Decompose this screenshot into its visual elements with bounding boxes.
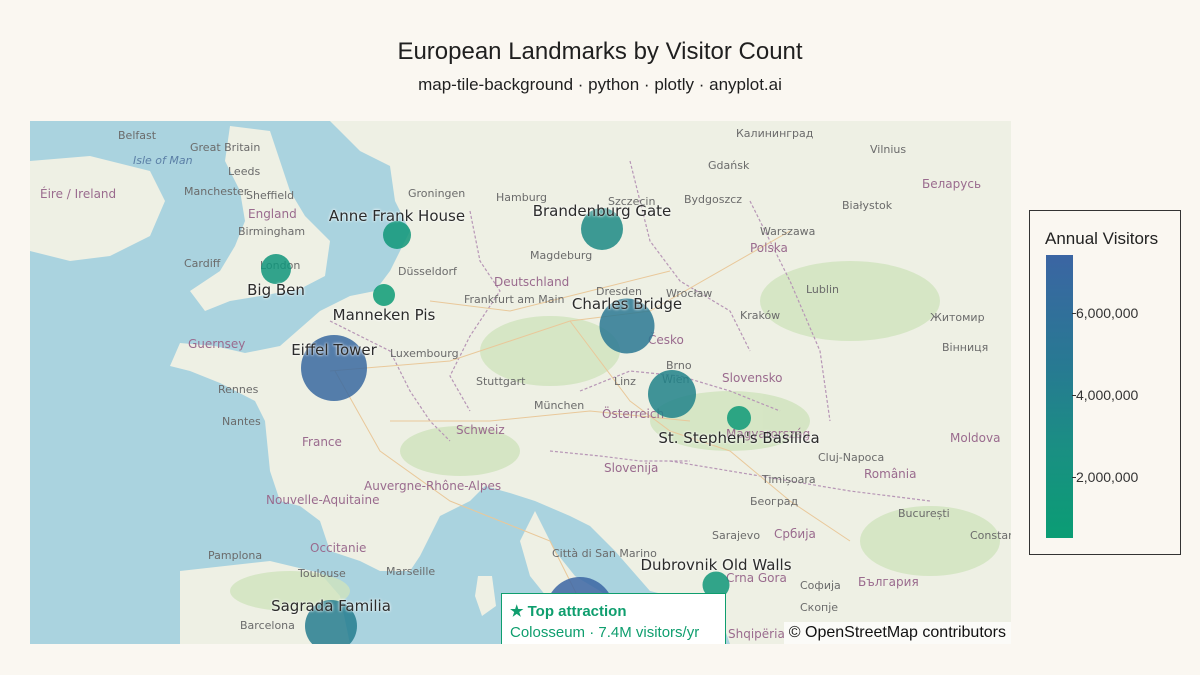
landmark-label: Dubrovnik Old Walls <box>640 556 792 574</box>
map-place-label: Софија <box>800 579 841 592</box>
map-place-label: Sheffield <box>246 189 295 202</box>
map-place-label: Toulouse <box>298 567 346 580</box>
map-place-label: Gdańsk <box>708 159 750 172</box>
map-canvas[interactable]: Belfast Great Britain Isle of Man Leeds Éire… <box>30 121 1011 644</box>
map-place-label: Lublin <box>806 283 839 296</box>
colorbar-gradient <box>1046 255 1073 538</box>
map-place-label: Cluj-Napoca <box>818 451 885 464</box>
map-place-label: Timișoara <box>762 473 816 486</box>
map-place-label: Magdeburg <box>530 249 593 262</box>
landmark-label: Brandenburg Gate <box>532 202 672 220</box>
chart-title: European Landmarks by Visitor Count <box>397 38 803 65</box>
map-place-label: Србија <box>774 527 816 541</box>
map-place-label: România <box>864 467 917 481</box>
map-place-label: Cardiff <box>184 257 221 270</box>
map-place-label: Deutschland <box>494 275 570 289</box>
landmark-bubble[interactable] <box>648 370 696 418</box>
legend-tick-6m: 6,000,000 <box>1071 305 1139 321</box>
landmark-bubble[interactable] <box>383 221 411 249</box>
landmark-label: St. Stephen's Basilica <box>658 429 820 447</box>
map-place-label: Guernsey <box>188 337 246 351</box>
map-place-label: Frankfurt am Main <box>464 293 565 306</box>
map-place-label: München <box>534 399 585 412</box>
legend-title: Annual Visitors <box>1045 229 1159 248</box>
map-place-label: Białystok <box>842 199 893 212</box>
landmark-label: Sagrada Familia <box>271 597 391 615</box>
map-place-label: Sarajevo <box>712 529 761 542</box>
map-place-label: Marseille <box>386 565 436 578</box>
map-place-label: Groningen <box>408 187 466 200</box>
map-place-label: Éire / Ireland <box>40 187 117 201</box>
colorbar-legend: Annual Visitors 6,000,000 4,000,000 2,00… <box>1029 210 1181 555</box>
map-place-label: Düsseldorf <box>398 265 457 278</box>
map-place-label: Great Britain <box>190 141 261 154</box>
map-place-label: Barcelona <box>240 619 295 632</box>
map-place-label: Vilnius <box>870 143 907 156</box>
callout-heading: ★ Top attraction <box>510 603 627 620</box>
map-place-label: Slovenija <box>604 461 659 475</box>
map-place-label: Nouvelle-Aquitaine <box>266 493 380 507</box>
legend-tick-2m: 2,000,000 <box>1071 469 1139 485</box>
map-place-label: Moldova <box>950 431 1001 445</box>
map-place-label: Nantes <box>222 415 261 428</box>
map-place-label: Česko <box>648 333 684 347</box>
map-place-label: Schweiz <box>456 423 505 437</box>
map-attribution[interactable]: © OpenStreetMap contributors <box>783 622 1011 644</box>
map-place-label: Stuttgart <box>476 375 526 388</box>
map-place-label: Warszawa <box>760 225 816 238</box>
map-place-label: Polska <box>750 241 788 255</box>
map-place-label: Bydgoszcz <box>684 193 743 206</box>
map-place-label: Leeds <box>228 165 261 178</box>
map-place-label: Shqipëria <box>728 627 785 641</box>
map-place-label: București <box>898 507 950 520</box>
map-place-label: Скопје <box>800 601 839 614</box>
map-place-label: England <box>248 207 297 221</box>
map-place-label: Kraków <box>740 309 781 322</box>
legend-tick-4m: 4,000,000 <box>1071 387 1139 403</box>
map-place-label: Constanța <box>970 529 1011 542</box>
landmark-bubble[interactable] <box>727 406 751 430</box>
map-place-label: Birmingham <box>238 225 306 238</box>
landmark-label: Anne Frank House <box>328 207 466 225</box>
map-place-label: Калининград <box>736 127 814 140</box>
landmark-bubble[interactable] <box>373 284 395 306</box>
map-place-label: Rennes <box>218 383 259 396</box>
map-place-label: Беларусь <box>922 177 982 191</box>
landmark-label: Big Ben <box>247 281 305 299</box>
map-place-label: Auvergne-Rhône-Alpes <box>364 479 502 493</box>
map-place-label: Pamplona <box>208 549 263 562</box>
landmark-label: Eiffel Tower <box>291 341 377 359</box>
landmark-label: Manneken Pis <box>332 306 436 324</box>
top-attraction-callout: ★ Top attraction Colosseum · 7.4M visito… <box>501 593 726 644</box>
chart-subtitle: map-tile-background · python · plotly · … <box>418 75 782 94</box>
map-place-label: Isle of Man <box>133 154 193 167</box>
map-place-label: Вінниця <box>942 341 989 354</box>
map-place-label: Belfast <box>118 129 157 142</box>
map-place-label: Linz <box>614 375 636 388</box>
map-place-label: Occitanie <box>310 541 367 555</box>
map-place-label: България <box>858 575 919 589</box>
map-place-label: Manchester <box>184 185 249 198</box>
landmark-bubble[interactable] <box>261 254 291 284</box>
landmark-label: Charles Bridge <box>571 295 683 313</box>
map-place-label: Luxembourg <box>390 347 459 360</box>
map-place-label: Београд <box>750 495 799 508</box>
map-place-label: Житомир <box>930 311 985 324</box>
map-place-label: Slovensko <box>722 371 783 385</box>
map-place-label: France <box>302 435 342 449</box>
callout-text: Colosseum · 7.4M visitors/yr <box>510 624 700 641</box>
